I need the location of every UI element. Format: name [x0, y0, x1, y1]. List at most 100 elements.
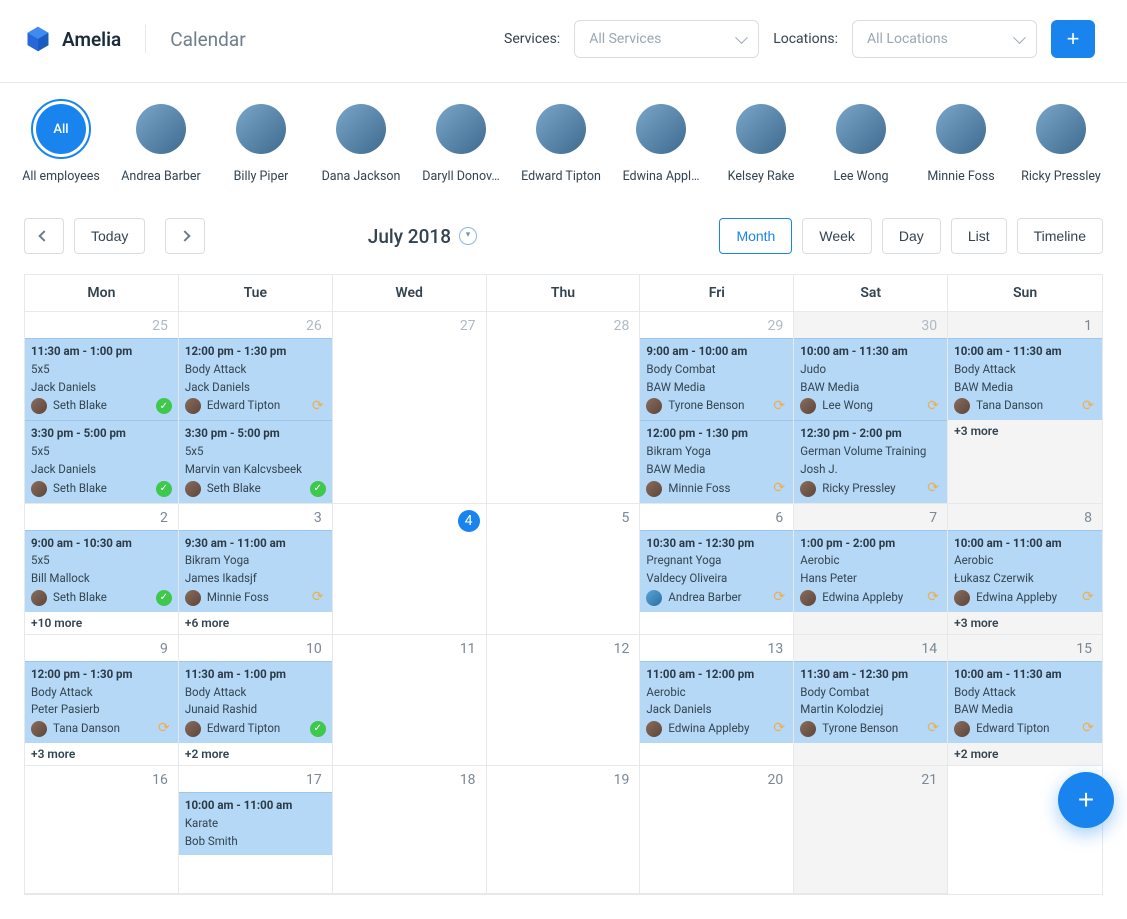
event[interactable]: 10:30 am - 12:30 pmPregnant YogaValdecy …: [640, 530, 793, 612]
locations-select[interactable]: All Locations: [852, 20, 1037, 58]
view-tab-list[interactable]: List: [951, 218, 1007, 254]
event[interactable]: 10:00 am - 11:30 amBody AttackBAW MediaE…: [948, 661, 1102, 743]
employee-6[interactable]: Edwina Appl…: [624, 99, 698, 184]
day-number: 7: [929, 510, 937, 526]
employee-0[interactable]: AllAll employees: [24, 99, 98, 184]
calendar-cell[interactable]: 3010:00 am - 11:30 amJudoBAW MediaLee Wo…: [794, 312, 948, 504]
event[interactable]: 11:30 am - 12:30 pmBody CombatMartin Kol…: [794, 661, 947, 743]
more-events-link[interactable]: +2 more: [179, 743, 332, 765]
calendar-cell[interactable]: 12: [487, 635, 641, 766]
day-number: 27: [460, 318, 476, 334]
event-service: Judo: [800, 361, 941, 379]
event[interactable]: 10:00 am - 11:00 amKarateBob Smith: [179, 792, 332, 855]
event-service: Aerobic: [800, 552, 941, 570]
employee-3[interactable]: Dana Jackson: [324, 99, 398, 184]
calendar-cell[interactable]: 1411:30 am - 12:30 pmBody CombatMartin K…: [794, 635, 948, 766]
calendar-cell[interactable]: 299:00 am - 10:00 amBody CombatBAW Media…: [640, 312, 794, 504]
more-events-link[interactable]: +6 more: [179, 612, 332, 634]
month-label[interactable]: July 2018: [165, 225, 679, 248]
calendar-cell[interactable]: 7 1:00 pm - 2:00 pmAerobicHans PeterEdwin…: [794, 504, 948, 635]
employee-9[interactable]: Minnie Foss: [924, 99, 998, 184]
employee-avatar-icon: [800, 398, 816, 414]
event[interactable]: 11:30 am - 1:00 pm5x5Jack DanielsSeth Bl…: [25, 338, 178, 420]
calendar-cell[interactable]: 28: [487, 312, 641, 504]
event[interactable]: 10:00 am - 11:30 amJudoBAW MediaLee Wong: [794, 338, 947, 420]
employee-avatar-icon: [954, 398, 970, 414]
calendar-cell[interactable]: 110:00 am - 11:30 amBody AttackBAW Media…: [948, 312, 1102, 504]
calendar-cell[interactable]: 810:00 am - 11:00 amAerobicŁukasz Czerwi…: [948, 504, 1102, 635]
day-number: 19: [614, 772, 630, 788]
event[interactable]: 12:00 pm - 1:30 pmBikram YogaBAW MediaMi…: [640, 420, 793, 502]
calendar-cell[interactable]: 39:30 am - 11:00 amBikram YogaJames Ikad…: [179, 504, 333, 635]
more-events-link[interactable]: +3 more: [948, 612, 1102, 634]
event[interactable]: 11:30 am - 1:00 pmBody AttackJunaid Rash…: [179, 661, 332, 743]
employee-4[interactable]: Daryll Donov…: [424, 99, 498, 184]
calendar-cell[interactable]: 29:00 am - 10:30 am5x5Bill MallockSeth B…: [25, 504, 179, 635]
add-button[interactable]: [1051, 20, 1095, 58]
calendar-cell[interactable]: 25 11:30 am - 1:00 pm5x5Jack DanielsSeth …: [25, 312, 179, 504]
prev-button[interactable]: [24, 218, 64, 254]
employee-avatar-icon: [185, 590, 201, 606]
calendar-cell[interactable]: 27: [333, 312, 487, 504]
calendar-cell[interactable]: 11: [333, 635, 487, 766]
view-tab-day[interactable]: Day: [882, 218, 941, 254]
calendar-cell[interactable]: 610:30 am - 12:30 pmPregnant YogaValdecy…: [640, 504, 794, 635]
calendar-cell[interactable]: 1510:00 am - 11:30 amBody AttackBAW Medi…: [948, 635, 1102, 766]
event-service: Aerobic: [646, 684, 787, 702]
employee-1[interactable]: Andrea Barber: [124, 99, 198, 184]
event[interactable]: 12:30 pm - 2:00 pmGerman Volume Training…: [794, 420, 947, 502]
view-tab-timeline[interactable]: Timeline: [1017, 218, 1103, 254]
view-tab-month[interactable]: Month: [719, 218, 792, 254]
employee-7[interactable]: Kelsey Rake: [724, 99, 798, 184]
employee-avatar-icon: [646, 481, 662, 497]
event[interactable]: 10:00 am - 11:00 amAerobicŁukasz Czerwik…: [948, 530, 1102, 612]
calendar-cell[interactable]: 1710:00 am - 11:00 amKarateBob Smith: [179, 766, 333, 894]
event[interactable]: 12:00 pm - 1:30 pmBody AttackPeter Pasie…: [25, 661, 178, 743]
today-button[interactable]: Today: [74, 218, 145, 254]
more-events-link[interactable]: +3 more: [948, 420, 1102, 442]
services-select[interactable]: All Services: [574, 20, 759, 58]
event[interactable]: 3:30 pm - 5:00 pm5x5Jack DanielsSeth Bla…: [25, 420, 178, 502]
calendar-cell[interactable]: 2612:00 pm - 1:30 pmBody AttackJack Dani…: [179, 312, 333, 504]
more-events-link[interactable]: +2 more: [948, 743, 1102, 765]
pending-icon: [771, 481, 787, 497]
event[interactable]: 11:00 am - 12:00 pmAerobicJack DanielsEd…: [640, 661, 793, 743]
weekday-header: Wed: [333, 275, 487, 312]
event-service: Bikram Yoga: [646, 443, 787, 461]
event[interactable]: 3:30 pm - 5:00 pm5x5Marvin van Kalcvsbee…: [179, 420, 332, 502]
fab-add-button[interactable]: [1058, 772, 1114, 828]
employee-2[interactable]: Billy Piper: [224, 99, 298, 184]
employee-name: Daryll Donov…: [422, 169, 499, 184]
employee-10[interactable]: Ricky Pressley: [1024, 99, 1098, 184]
event[interactable]: 9:30 am - 11:00 amBikram YogaJames Ikads…: [179, 530, 332, 612]
calendar-cell[interactable]: 20: [640, 766, 794, 894]
locations-placeholder: All Locations: [867, 31, 948, 47]
calendar-cell[interactable]: 5: [487, 504, 641, 635]
employee-5[interactable]: Edward Tipton: [524, 99, 598, 184]
day-number: 25: [152, 318, 168, 334]
view-tab-week[interactable]: Week: [802, 218, 872, 254]
event[interactable]: 12:00 pm - 1:30 pmBody AttackJack Daniel…: [179, 338, 332, 420]
more-events-link[interactable]: +10 more: [25, 612, 178, 634]
event[interactable]: 9:00 am - 10:30 am5x5Bill MallockSeth Bl…: [25, 530, 178, 612]
calendar-cell[interactable]: 16: [25, 766, 179, 894]
calendar-cell[interactable]: 912:00 pm - 1:30 pmBody AttackPeter Pasi…: [25, 635, 179, 766]
event[interactable]: 1:00 pm - 2:00 pmAerobicHans PeterEdwina…: [794, 530, 947, 612]
calendar-cell[interactable]: 4: [333, 504, 487, 635]
event-employee-row: Tana Danson: [954, 397, 1096, 415]
calendar-cell[interactable]: 1311:00 am - 12:00 pmAerobicJack Daniels…: [640, 635, 794, 766]
event[interactable]: 9:00 am - 10:00 amBody CombatBAW MediaTy…: [640, 338, 793, 420]
day-number: 10: [306, 641, 322, 657]
event-time: 3:30 pm - 5:00 pm: [185, 425, 326, 443]
employee-name: Minnie Foss: [927, 169, 994, 184]
more-events-link[interactable]: +3 more: [25, 743, 178, 765]
event[interactable]: 10:00 am - 11:30 amBody AttackBAW MediaT…: [948, 338, 1102, 420]
calendar-cell[interactable]: 10 11:30 am - 1:00 pmBody AttackJunaid Ra…: [179, 635, 333, 766]
employee-avatar: [336, 104, 386, 154]
event-service: 5x5: [31, 552, 172, 570]
calendar-cell[interactable]: 19: [487, 766, 641, 894]
calendar-cell[interactable]: 21: [794, 766, 948, 894]
employee-8[interactable]: Lee Wong: [824, 99, 898, 184]
calendar-cell[interactable]: 18: [333, 766, 487, 894]
event-service: 5x5: [185, 443, 326, 461]
